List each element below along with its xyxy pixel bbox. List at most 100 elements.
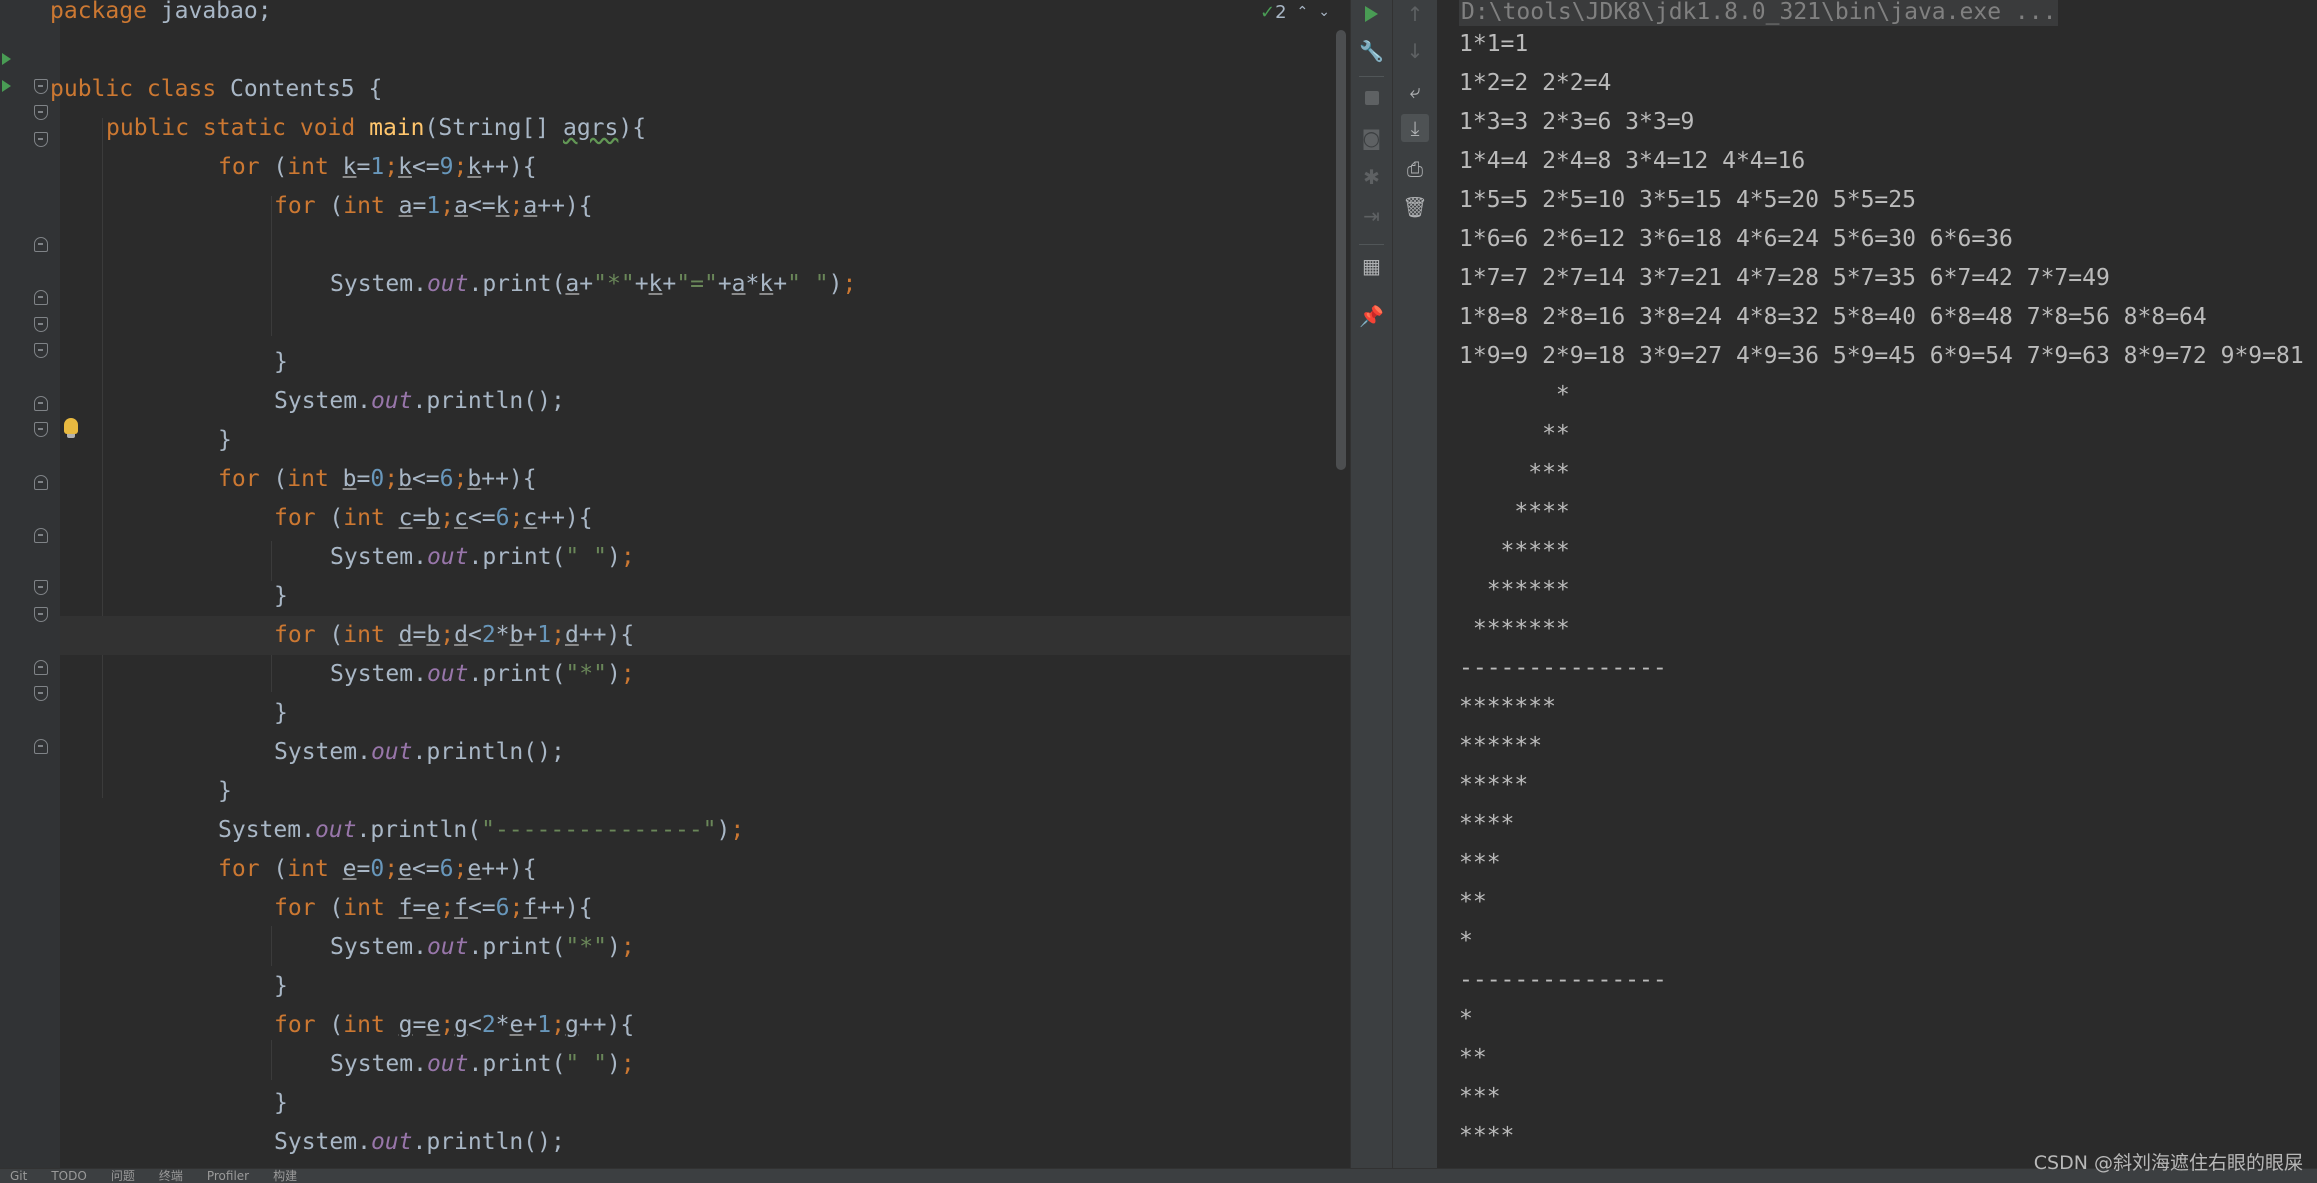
exit-button[interactable]: ⇥ bbox=[1358, 202, 1386, 230]
editor-gutter bbox=[0, 0, 78, 1168]
fold-end-icon[interactable] bbox=[34, 475, 48, 490]
code-line[interactable]: package javabao; bbox=[50, 0, 272, 31]
scroll-to-end-icon: ⤓ bbox=[1410, 116, 1420, 140]
console-output-line: ******* bbox=[1459, 616, 1570, 642]
run-class-icon[interactable] bbox=[2, 53, 11, 65]
code-line[interactable]: } bbox=[274, 577, 288, 616]
status-tab[interactable]: Profiler bbox=[207, 1169, 249, 1183]
print-button[interactable]: ⎙ bbox=[1401, 155, 1429, 183]
debug-button[interactable]: ✱ bbox=[1358, 163, 1386, 191]
fold-end-icon[interactable] bbox=[34, 290, 48, 305]
code-line[interactable]: System.out.println(); bbox=[274, 733, 565, 772]
fold-end-icon[interactable] bbox=[34, 528, 48, 543]
status-tab[interactable]: 终端 bbox=[159, 1169, 183, 1183]
code-line[interactable]: } bbox=[274, 967, 288, 1006]
console-output-line: *** bbox=[1459, 460, 1570, 486]
code-line[interactable]: for (int c=b;c<=6;c++){ bbox=[274, 499, 593, 538]
lightbulb-icon[interactable] bbox=[64, 418, 78, 438]
fold-icon[interactable] bbox=[34, 343, 48, 358]
code-line[interactable]: System.out.print("*"); bbox=[330, 928, 635, 967]
console-output-line: **** bbox=[1459, 811, 1515, 837]
code-line[interactable]: for (int b=0;b<=6;b++){ bbox=[218, 460, 537, 499]
console-output-line: ***** bbox=[1459, 772, 1529, 798]
code-line[interactable]: System.out.print(a+"*"+k+"="+a*k+" "); bbox=[330, 265, 856, 304]
status-tab[interactable]: 构建 bbox=[273, 1169, 297, 1183]
pin-tab-button[interactable]: 📌 bbox=[1358, 302, 1386, 330]
console-command-line[interactable]: D:\tools\JDK8\jdk1.8.0_321\bin\java.exe … bbox=[1459, 0, 2059, 26]
fold-icon[interactable] bbox=[34, 317, 48, 332]
code-line[interactable]: public static void main(String[] agrs){ bbox=[106, 109, 646, 148]
fold-end-icon[interactable] bbox=[34, 237, 48, 252]
fold-icon[interactable] bbox=[34, 132, 48, 147]
status-tab[interactable]: TODO bbox=[51, 1169, 86, 1183]
code-line[interactable]: } bbox=[274, 1084, 288, 1123]
console-output-line: **** bbox=[1459, 1123, 1515, 1149]
fold-end-icon[interactable] bbox=[34, 396, 48, 411]
scroll-to-end-button[interactable]: ⤓ bbox=[1401, 114, 1429, 142]
code-line[interactable]: System.out.print(" "); bbox=[330, 538, 635, 577]
code-line[interactable]: } bbox=[274, 694, 288, 733]
fold-icon[interactable] bbox=[34, 105, 48, 120]
code-line[interactable]: System.out.println(); bbox=[274, 1123, 565, 1162]
code-line[interactable]: for (int k=1;k<=9;k++){ bbox=[218, 148, 537, 187]
print-icon: ⎙ bbox=[1407, 157, 1423, 181]
console-output-line: 1*4=4 2*4=8 3*4=12 4*4=16 bbox=[1459, 148, 1806, 174]
editor-scrollbar[interactable] bbox=[1336, 30, 1346, 470]
inspection-widget[interactable]: ✓2 ⌃ ⌄ bbox=[1253, 0, 1330, 24]
code-line[interactable]: for (int a=1;a<=k;a++){ bbox=[274, 187, 593, 226]
console-output-line: ****** bbox=[1459, 733, 1543, 759]
console-output-line: *** bbox=[1459, 1084, 1501, 1110]
code-line[interactable]: System.out.println(); bbox=[274, 382, 565, 421]
code-line[interactable]: for (int f=e;f<=6;f++){ bbox=[274, 889, 593, 928]
code-line[interactable]: } bbox=[218, 421, 232, 460]
stop-button[interactable] bbox=[1358, 84, 1386, 112]
exit-icon: ⇥ bbox=[1363, 204, 1380, 228]
trash-icon: 🗑 bbox=[1402, 195, 1428, 219]
fold-icon[interactable] bbox=[34, 422, 48, 437]
code-line[interactable]: } bbox=[218, 772, 232, 811]
clear-all-button[interactable]: 🗑 bbox=[1401, 193, 1429, 221]
stop-icon bbox=[1364, 91, 1379, 105]
fold-icon[interactable] bbox=[34, 580, 48, 595]
console-output-line: ** bbox=[1459, 1045, 1487, 1071]
status-tab[interactable]: Git bbox=[10, 1169, 27, 1183]
run-console[interactable]: D:\tools\JDK8\jdk1.8.0_321\bin\java.exe … bbox=[1437, 0, 2317, 1168]
down-arrow-icon: ↓ bbox=[1406, 39, 1424, 63]
code-line[interactable]: for (int g=e;g<2*e+1;g++){ bbox=[274, 1006, 634, 1045]
status-tab[interactable]: 问题 bbox=[111, 1169, 135, 1183]
code-line[interactable]: for (int e=0;e<=6;e++){ bbox=[218, 850, 537, 889]
code-line[interactable]: System.out.println("---------------"); bbox=[218, 811, 744, 850]
warning-count: 2 bbox=[1275, 1, 1287, 23]
edit-config-button[interactable]: 🔧 bbox=[1358, 37, 1386, 65]
code-line[interactable]: } bbox=[274, 343, 288, 382]
soft-wrap-button[interactable]: ⤶ bbox=[1401, 77, 1429, 105]
console-output-line: **** bbox=[1459, 499, 1570, 525]
console-output-line: *** bbox=[1459, 850, 1501, 876]
camera-icon: ◙ bbox=[1361, 126, 1382, 150]
previous-highlight-icon[interactable]: ⌃ bbox=[1297, 4, 1309, 20]
run-icon bbox=[1365, 6, 1378, 22]
fold-icon[interactable] bbox=[34, 686, 48, 701]
console-output-line: ****** bbox=[1459, 577, 1570, 603]
console-output-line: --------------- bbox=[1459, 655, 1667, 681]
fold-icon[interactable] bbox=[34, 607, 48, 622]
down-stack-button[interactable]: ↓ bbox=[1401, 37, 1429, 65]
up-stack-button[interactable]: ↑ bbox=[1401, 0, 1429, 28]
dump-threads-button[interactable]: ◙ bbox=[1358, 124, 1386, 152]
watermark: CSDN @斜刘海遮住右眼的眼屎 bbox=[2033, 1152, 2303, 1174]
run-main-icon[interactable] bbox=[2, 80, 11, 92]
code-line[interactable]: System.out.print("*"); bbox=[330, 655, 635, 694]
fold-icon[interactable] bbox=[34, 79, 48, 94]
next-highlight-icon[interactable]: ⌄ bbox=[1318, 4, 1330, 20]
code-editor[interactable]: package javabao; public class Contents5 … bbox=[0, 0, 1350, 1168]
code-line[interactable]: System.out.print(" "); bbox=[330, 1045, 635, 1084]
fold-end-icon[interactable] bbox=[34, 739, 48, 754]
layout-icon: ▦ bbox=[1362, 254, 1381, 278]
console-output-line: 1*1=1 bbox=[1459, 31, 1529, 57]
rerun-button[interactable] bbox=[1358, 0, 1386, 28]
console-output-line: --------------- bbox=[1459, 967, 1667, 993]
code-line-current[interactable]: for (int d=b;d<2*b+1;d++){ bbox=[60, 616, 1350, 655]
layout-button[interactable]: ▦ bbox=[1358, 252, 1386, 280]
code-line[interactable]: public class Contents5 { bbox=[50, 70, 382, 109]
fold-end-icon[interactable] bbox=[34, 660, 48, 675]
